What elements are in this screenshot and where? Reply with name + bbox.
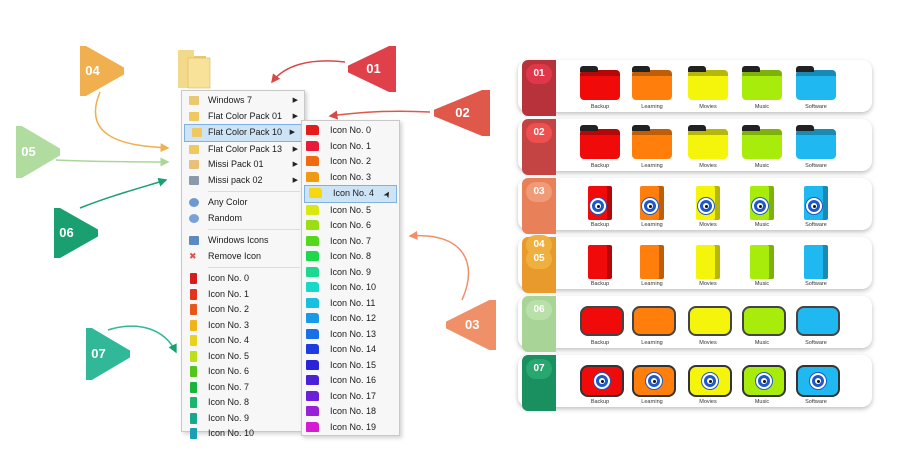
callout-05: 05 bbox=[13, 123, 63, 181]
callout-number: 06 bbox=[59, 225, 74, 240]
callout-number: 05 bbox=[21, 144, 36, 159]
callout-number: 04 bbox=[85, 63, 100, 78]
connector-arrows bbox=[55, 60, 470, 354]
callout-01: 01 bbox=[345, 43, 399, 95]
callout-number: 07 bbox=[91, 346, 106, 361]
callout-04: 04 bbox=[77, 43, 127, 99]
callout-number: 02 bbox=[455, 105, 470, 120]
callout-07: 07 bbox=[83, 325, 133, 383]
callout-02: 02 bbox=[431, 87, 493, 139]
callout-number: 01 bbox=[366, 61, 381, 76]
callout-03: 03 bbox=[443, 297, 499, 353]
callout-number: 03 bbox=[465, 317, 480, 332]
callout-06: 06 bbox=[51, 205, 101, 261]
